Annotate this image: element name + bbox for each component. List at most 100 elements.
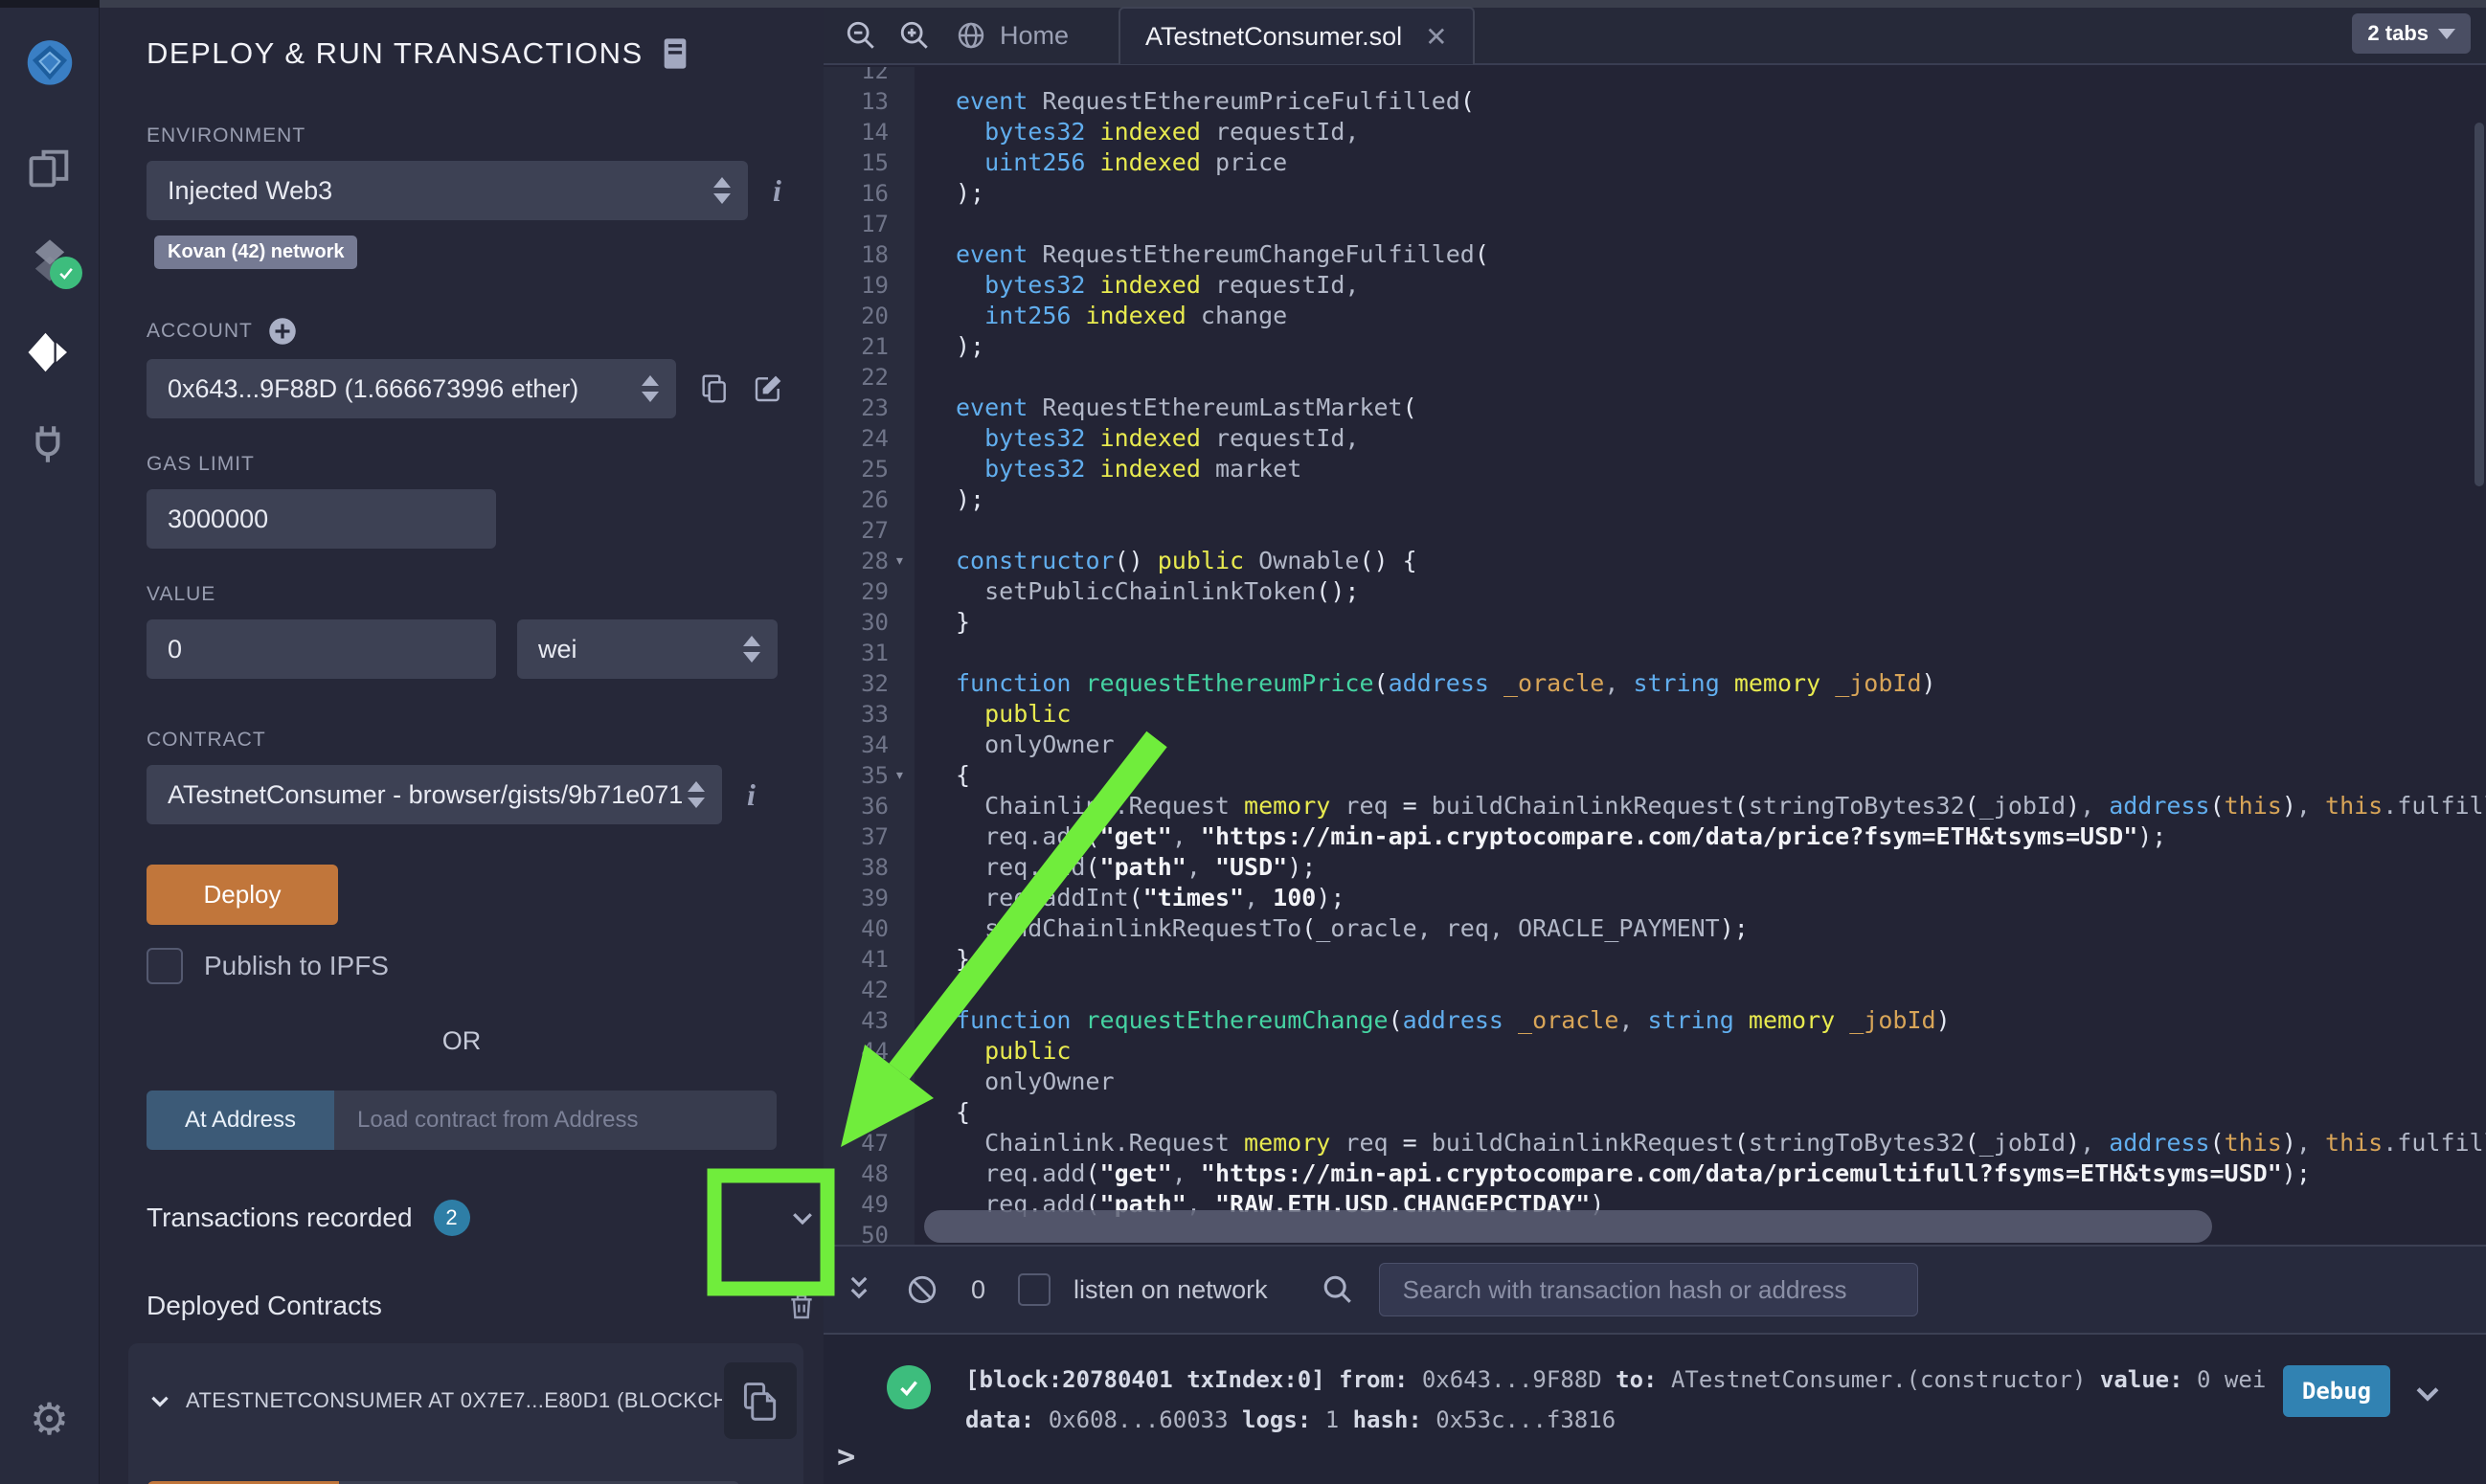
zoom-in-icon[interactable] xyxy=(898,19,931,52)
code-line[interactable]: 28▾constructor() public Ownable() { xyxy=(824,546,2486,576)
contract-expand-chevron-icon[interactable] xyxy=(147,1388,172,1413)
tx-success-check-icon xyxy=(887,1365,931,1409)
code-line[interactable]: 39 req.addInt("times", 100); xyxy=(824,883,2486,913)
listen-network-checkbox[interactable] xyxy=(1018,1273,1051,1306)
fold-marker-icon[interactable]: ▾ xyxy=(894,546,905,576)
code-line[interactable]: 26); xyxy=(824,484,2486,515)
code-lines: 1213event RequestEthereumPriceFulfilled(… xyxy=(824,67,2486,1245)
code-line[interactable]: 46{ xyxy=(824,1097,2486,1128)
tab-home[interactable]: Home xyxy=(956,20,1069,51)
settings-gear-icon[interactable]: ⚙ xyxy=(0,1373,100,1465)
deploy-button[interactable]: Deploy xyxy=(147,865,338,925)
code-line[interactable]: 43function requestEthereumChange(address… xyxy=(824,1005,2486,1036)
code-line[interactable]: 27 xyxy=(824,515,2486,546)
compile-success-badge xyxy=(50,257,82,289)
copy-account-icon[interactable] xyxy=(699,373,730,404)
code-line[interactable]: 45 onlyOwner xyxy=(824,1067,2486,1097)
code-line[interactable]: 29 setPublicChainlinkToken(); xyxy=(824,576,2486,607)
value-input[interactable]: 0 xyxy=(147,619,496,679)
at-address-button[interactable]: At Address xyxy=(147,1091,334,1150)
select-stepper-icon xyxy=(688,765,705,824)
code-line[interactable]: 33 public xyxy=(824,699,2486,730)
environment-select[interactable]: Injected Web3 xyxy=(147,161,748,220)
code-line[interactable]: 23event RequestEthereumLastMarket( xyxy=(824,393,2486,423)
code-line[interactable]: 17 xyxy=(824,209,2486,239)
clear-deployed-trash-icon[interactable] xyxy=(786,1290,817,1322)
code-line[interactable]: 31 xyxy=(824,638,2486,668)
select-stepper-icon xyxy=(713,161,731,220)
tab-atestnetconsumer[interactable]: ATestnetConsumer.sol ✕ xyxy=(1119,7,1475,64)
debug-button[interactable]: Debug xyxy=(2283,1365,2390,1417)
code-line[interactable]: 32function requestEthereumPrice(address … xyxy=(824,668,2486,699)
horizontal-scrollbar[interactable] xyxy=(924,1210,2212,1243)
code-line[interactable]: 34 onlyOwner xyxy=(824,730,2486,760)
edit-account-icon[interactable] xyxy=(753,373,783,404)
code-line[interactable]: 18event RequestEthereumChangeFulfilled( xyxy=(824,239,2486,270)
code-line[interactable]: 36 Chainlink.Request memory req = buildC… xyxy=(824,791,2486,821)
tabs-count-button[interactable]: 2 tabs xyxy=(2352,13,2471,54)
code-line[interactable]: 48 req.add("get", "https://min-api.crypt… xyxy=(824,1158,2486,1189)
solidity-compiler-icon[interactable] xyxy=(0,214,100,306)
vertical-scrollbar[interactable] xyxy=(2475,123,2484,486)
expand-terminal-icon[interactable] xyxy=(845,1273,873,1306)
close-tab-icon[interactable]: ✕ xyxy=(1425,21,1447,53)
icon-sidebar: ⚙ xyxy=(0,8,100,1484)
listen-network-label: listen on network xyxy=(1074,1275,1268,1305)
contract-label: CONTRACT xyxy=(147,729,824,752)
code-line[interactable]: 21); xyxy=(824,331,2486,362)
code-line[interactable]: 40 sendChainlinkRequestTo(_oracle, req, … xyxy=(824,913,2486,944)
tabs-caret-icon xyxy=(2438,29,2455,39)
value-unit-select[interactable]: wei xyxy=(517,619,778,679)
panel-title: DEPLOY & RUN TRANSACTIONS xyxy=(147,36,644,71)
account-label: ACCOUNT xyxy=(147,320,253,343)
code-line[interactable]: 37 req.add("get", "https://min-api.crypt… xyxy=(824,821,2486,852)
plugin-manager-icon[interactable] xyxy=(0,398,100,490)
contract-select[interactable]: ATestnetConsumer - browser/gists/9b71e07… xyxy=(147,765,722,824)
gas-limit-label: GAS LIMIT xyxy=(147,453,824,476)
value-amount: 0 xyxy=(168,635,182,664)
code-line[interactable]: 14 bytes32 indexed requestId, xyxy=(824,117,2486,147)
transactions-recorded-label: Transactions recorded xyxy=(147,1203,413,1233)
code-line[interactable]: 13event RequestEthereumPriceFulfilled( xyxy=(824,86,2486,117)
code-line[interactable]: 47 Chainlink.Request memory req = buildC… xyxy=(824,1128,2486,1158)
add-account-icon[interactable] xyxy=(268,317,297,346)
terminal-prompt[interactable]: > xyxy=(837,1438,855,1474)
zoom-out-icon[interactable] xyxy=(845,19,877,52)
log-expand-chevron-icon[interactable] xyxy=(2411,1377,2444,1409)
transaction-log-entry[interactable]: [block:20780401 txIndex:0] from: 0x643..… xyxy=(824,1360,2486,1440)
code-line[interactable]: 38 req.add("path", "USD"); xyxy=(824,852,2486,883)
terminal-toolbar: 0 listen on network xyxy=(824,1247,2486,1335)
code-line[interactable]: 22 xyxy=(824,362,2486,393)
code-line[interactable]: 35▾{ xyxy=(824,760,2486,791)
gas-limit-input[interactable]: 3000000 xyxy=(147,489,496,549)
terminal-search-input[interactable] xyxy=(1379,1263,1918,1316)
clear-console-ban-icon[interactable] xyxy=(906,1273,938,1306)
copy-contract-address-icon[interactable] xyxy=(724,1362,797,1439)
remix-logo-icon[interactable] xyxy=(0,8,100,123)
code-line[interactable]: 12 xyxy=(824,67,2486,86)
deployed-contract-card: ATESTNETCONSUMER AT 0X7E7...E80D1 (BLOCK… xyxy=(128,1343,803,1484)
code-line[interactable]: 41} xyxy=(824,944,2486,975)
file-explorer-icon[interactable] xyxy=(0,123,100,214)
code-line[interactable]: 24 bytes32 indexed requestId, xyxy=(824,423,2486,454)
code-line[interactable]: 25 bytes32 indexed market xyxy=(824,454,2486,484)
transactions-chevron-down-icon[interactable] xyxy=(788,1203,817,1232)
transactions-count-badge: 2 xyxy=(434,1200,470,1236)
fold-marker-icon[interactable]: ▾ xyxy=(894,760,905,791)
code-area[interactable]: 1213event RequestEthereumPriceFulfilled(… xyxy=(824,67,2486,1245)
code-line[interactable]: 19 bytes32 indexed requestId, xyxy=(824,270,2486,301)
deployed-contract-header[interactable]: ATESTNETCONSUMER AT 0X7E7...E80D1 (BLOCK… xyxy=(186,1388,722,1413)
code-line[interactable]: 44 public xyxy=(824,1036,2486,1067)
code-line[interactable]: 15 uint256 indexed price xyxy=(824,147,2486,178)
environment-info-icon[interactable]: i xyxy=(773,173,781,209)
code-line[interactable]: 16); xyxy=(824,178,2486,209)
code-line[interactable]: 20 int256 indexed change xyxy=(824,301,2486,331)
code-line[interactable]: 42 xyxy=(824,975,2486,1005)
deploy-and-run-icon[interactable] xyxy=(0,306,100,398)
publish-ipfs-checkbox[interactable] xyxy=(147,948,183,984)
environment-label: ENVIRONMENT xyxy=(147,124,824,147)
contract-info-icon[interactable]: i xyxy=(747,777,756,813)
account-select[interactable]: 0x643...9F88D (1.666673996 ether) xyxy=(147,359,676,418)
at-address-input[interactable] xyxy=(334,1091,777,1150)
code-line[interactable]: 30} xyxy=(824,607,2486,638)
